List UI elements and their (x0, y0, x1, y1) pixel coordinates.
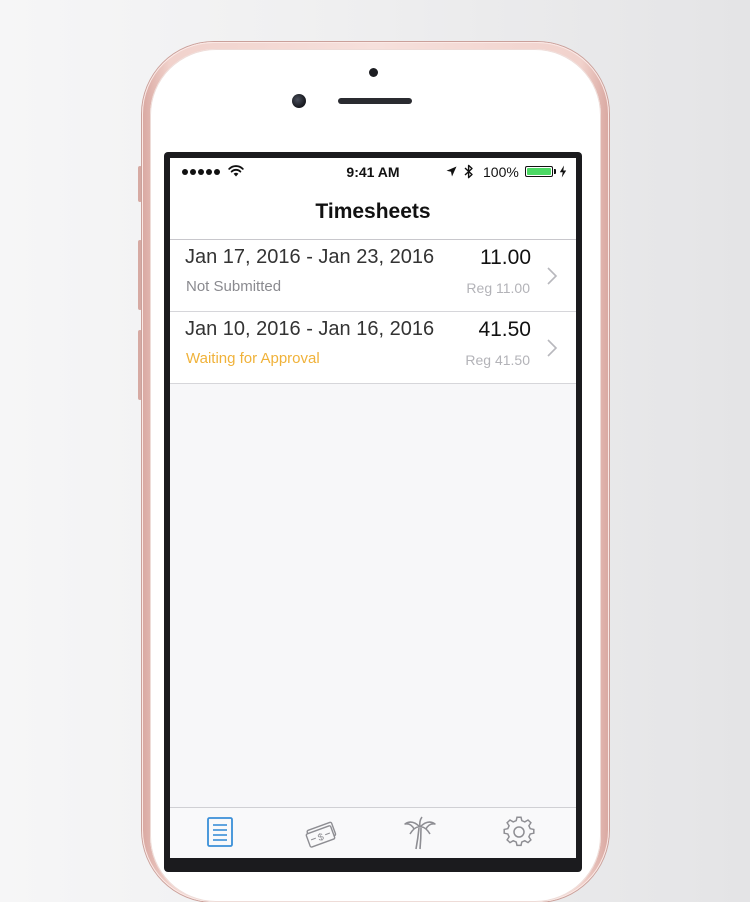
location-arrow-icon (446, 166, 457, 177)
tab-bar: $ (170, 807, 576, 858)
timesheet-status: Waiting for Approval (186, 350, 320, 367)
timesheet-regular-hours: Reg 11.00 (466, 280, 530, 296)
timesheet-total-hours: 41.50 (478, 318, 531, 341)
timesheet-status: Not Submitted (186, 278, 282, 295)
money-bills-icon: $ (305, 821, 337, 848)
bluetooth-icon (464, 164, 473, 179)
palm-tree-icon (404, 816, 436, 850)
tab-time-off[interactable] (402, 816, 442, 856)
proximity-sensor (369, 68, 378, 77)
tab-settings[interactable] (503, 816, 543, 856)
gear-icon (503, 816, 535, 847)
timesheet-list: Jan 17, 2016 - Jan 23, 2016 Not Submitte… (170, 240, 576, 384)
battery-percentage: 100% (483, 164, 519, 180)
tab-timesheets[interactable] (205, 816, 245, 856)
chevron-right-icon (547, 339, 558, 357)
document-list-icon (207, 817, 233, 847)
app-screen: 9:41 AM 100% Timesheets Jan 17, 2016 - J… (170, 158, 576, 858)
charging-bolt-icon (559, 165, 567, 178)
earpiece-speaker (338, 98, 412, 104)
navigation-bar: Timesheets (170, 186, 576, 240)
timesheet-row[interactable]: Jan 17, 2016 - Jan 23, 2016 Not Submitte… (170, 240, 576, 312)
battery-level-fill (527, 168, 551, 175)
battery-tip (554, 169, 556, 174)
timesheet-date-range: Jan 17, 2016 - Jan 23, 2016 (185, 246, 435, 268)
status-bar: 9:41 AM 100% (170, 158, 576, 186)
battery-icon (525, 166, 553, 177)
timesheet-total-hours: 11.00 (480, 246, 531, 269)
timesheet-regular-hours: Reg 41.50 (465, 352, 530, 368)
timesheet-date-range: Jan 10, 2016 - Jan 16, 2016 (185, 318, 435, 340)
chevron-right-icon (547, 267, 558, 285)
page-title: Timesheets (315, 200, 431, 223)
timesheet-row[interactable]: Jan 10, 2016 - Jan 16, 2016 Waiting for … (170, 312, 576, 384)
tab-expenses[interactable]: $ (303, 816, 343, 856)
front-camera (292, 94, 306, 108)
